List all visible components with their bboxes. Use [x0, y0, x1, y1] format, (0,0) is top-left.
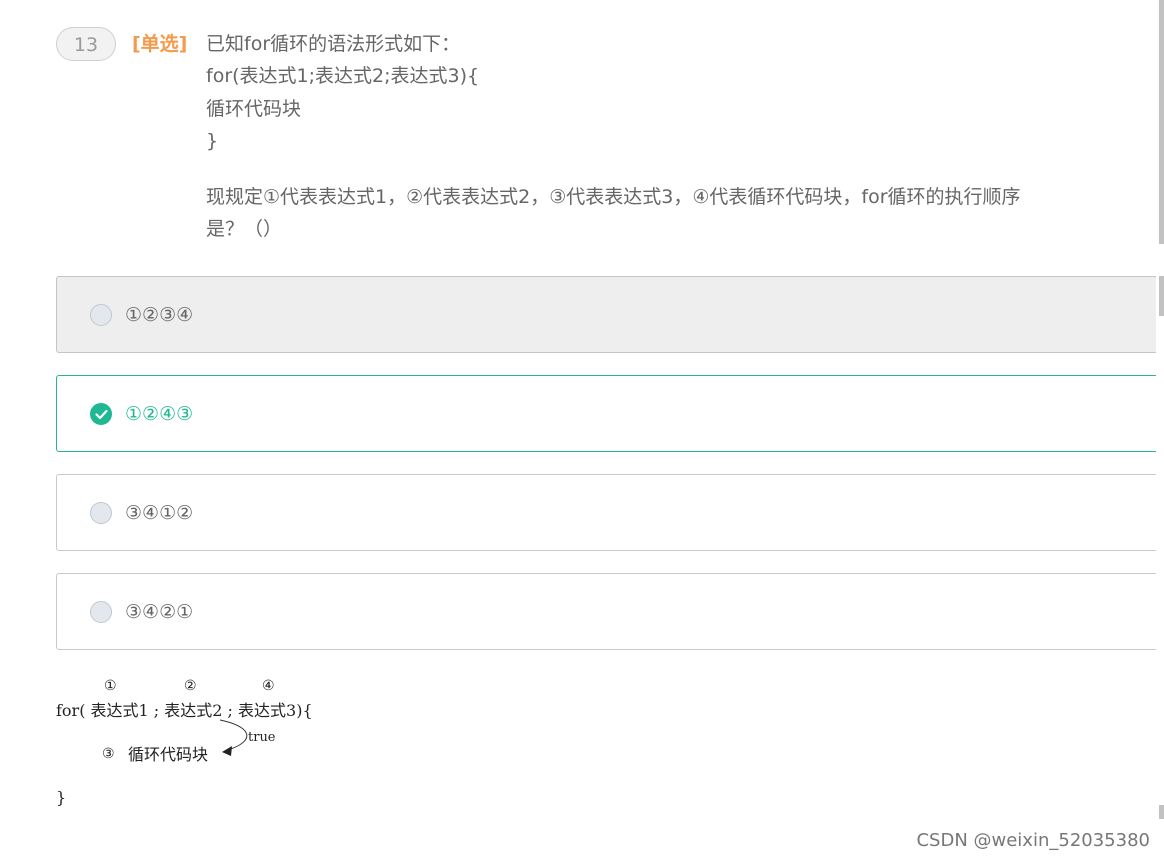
diagram-body-text: 循环代码块 [128, 745, 208, 764]
answer-option-label: ①②④③ [125, 403, 194, 425]
scrollbar-thumb-segment[interactable] [1159, 276, 1164, 316]
diagram-for-line: for( 表达式1 ; 表达式2 ; 表达式3){ [56, 701, 313, 720]
radio-unchecked-icon[interactable] [90, 601, 112, 623]
page-scrollbar[interactable] [1156, 0, 1164, 861]
diagram-arrowhead [222, 746, 232, 756]
question-prompt-line: 是？（） [206, 218, 283, 240]
explanation-diagram: ① ② ④ for( 表达式1 ; 表达式2 ; 表达式3){ true ③ 循… [56, 678, 313, 807]
diagram-marker-4: ④ [262, 678, 275, 694]
answer-option-c[interactable]: ③④①② [56, 474, 1158, 551]
diagram-marker-2: ② [184, 678, 197, 694]
answer-option-b[interactable]: ①②④③ [56, 375, 1158, 452]
question-stem-line: } [206, 130, 219, 152]
question-number-badge: 13 [56, 27, 116, 61]
answer-option-label: ①②③④ [125, 304, 194, 326]
diagram-marker-1: ① [104, 678, 117, 694]
diagram-body-marker: ③ [102, 746, 115, 762]
answer-option-d[interactable]: ③④②① [56, 573, 1158, 650]
scrollbar-thumb[interactable] [1159, 0, 1164, 244]
csdn-watermark: CSDN @weixin_52035380 [916, 830, 1150, 851]
answer-option-label: ③④①② [125, 502, 194, 524]
radio-unchecked-icon[interactable] [90, 304, 112, 326]
radio-checked-icon[interactable] [90, 403, 112, 425]
radio-unchecked-icon[interactable] [90, 502, 112, 524]
question-stem-line: 已知for循环的语法形式如下： [206, 33, 461, 55]
answer-option-label: ③④②① [125, 601, 194, 623]
question-stem-line: for(表达式1;表达式2;表达式3){ [206, 65, 480, 87]
answer-option-a[interactable]: ①②③④ [56, 276, 1158, 353]
diagram-closing-brace: } [56, 788, 66, 807]
question-stem-line: 循环代码块 [206, 98, 302, 120]
question-prompt-line: 现规定①代表表达式1，②代表表达式2，③代表表达式3，④代表循环代码块，for循… [206, 186, 1021, 208]
question-type-label: [单选] [132, 33, 188, 55]
diagram-true-label: true [248, 730, 276, 745]
diagram-flow-arrow [219, 719, 248, 751]
scrollbar-thumb-segment[interactable] [1159, 805, 1164, 819]
